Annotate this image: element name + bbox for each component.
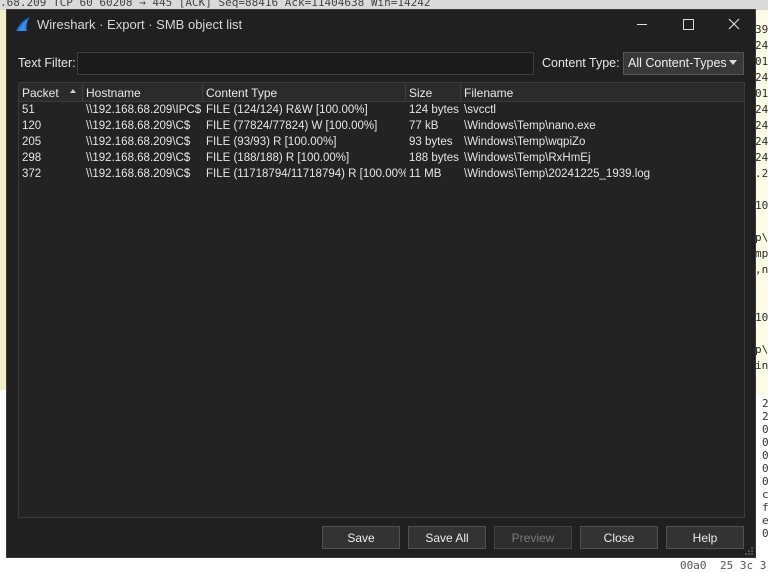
background-hex-row: 00a0 25 3c 3 (0, 558, 768, 573)
column-header-content-type[interactable]: Content Type (203, 83, 406, 101)
background-packet-fragment: 243 (755, 39, 768, 52)
cell-size: 11 MB (409, 168, 442, 180)
cell-packet: 298 (22, 152, 42, 164)
close-icon[interactable] (711, 10, 757, 38)
cell-filename: \Windows\Temp\RxHmEj (464, 152, 591, 164)
cell-packet: 51 (22, 104, 35, 116)
minimize-icon[interactable] (619, 10, 665, 38)
cell-filename: \svcctl (464, 104, 496, 116)
cell-content-type: FILE (77824/77824) W [100.00%] (206, 120, 378, 132)
content-type-label: Content Type: (542, 56, 620, 70)
column-header-hostname-label: Hostname (86, 86, 141, 100)
background-packet-fragment: 243 (755, 119, 768, 132)
table-row[interactable]: 51 \\192.168.68.209\IPC$ FILE (124/124) R&… (19, 103, 744, 119)
background-packet-fragment: p\ (755, 231, 768, 244)
cell-filename: \Windows\Temp\nano.exe (464, 120, 596, 132)
background-hex-fragment: 0 (762, 462, 768, 475)
save-all-button[interactable]: Save All (408, 526, 486, 549)
background-packet-fragment: ,na (755, 263, 768, 276)
background-packet-fragment: 017 (755, 87, 768, 100)
cell-content-type: FILE (93/93) R [100.00%] (206, 136, 337, 148)
background-hex-fragment: e (762, 514, 768, 527)
background-right-packets: 399243017243017243243248248.2610p\mp,na1… (755, 10, 768, 395)
background-hex-fragment: 0 (762, 436, 768, 449)
text-filter-label: Text Filter: (18, 56, 76, 70)
text-filter-input[interactable] (77, 52, 534, 75)
chevron-down-icon (729, 60, 737, 65)
column-header-size-label: Size (409, 86, 433, 100)
save-button[interactable]: Save (322, 526, 400, 549)
background-hex-fragment: f (762, 501, 768, 514)
cell-packet: 372 (22, 168, 42, 180)
cell-content-type: FILE (188/188) R [100.00%] (206, 152, 350, 164)
cell-packet: 205 (22, 136, 42, 148)
table-row[interactable]: 298 \\192.168.68.209\C$ FILE (188/188) R [… (19, 151, 744, 167)
cell-size: 124 bytes (409, 104, 459, 116)
column-header-hostname[interactable]: Hostname (83, 83, 203, 101)
window-title: Wireshark · Export · SMB object list (37, 17, 243, 32)
background-packet-fragment: mp (755, 247, 768, 260)
column-header-filename[interactable]: Filename (461, 83, 744, 101)
background-packet-fragment: 248 (755, 135, 768, 148)
content-type-selected: All Content-Types (628, 56, 727, 70)
cell-hostname: \\192.168.68.209\IPC$ (86, 104, 202, 116)
cell-hostname: \\192.168.68.209\C$ (86, 136, 191, 148)
table-row[interactable]: 372 \\192.168.68.209\C$ FILE (11718794/117… (19, 167, 744, 183)
content-type-select[interactable]: All Content-Types (623, 52, 744, 75)
background-packet-fragment: 017 (755, 55, 768, 68)
column-header-content-type-label: Content Type (206, 86, 278, 100)
maximize-icon[interactable] (665, 10, 711, 38)
background-packet-fragment: 10 (755, 199, 768, 212)
close-button[interactable]: Close (580, 526, 658, 549)
smb-object-table[interactable]: Packet Hostname Content Type Size Filena… (18, 82, 745, 518)
cell-content-type: FILE (11718794/11718794) R [100.00%] (206, 168, 406, 180)
cell-size: 188 bytes (409, 152, 459, 164)
column-header-filename-label: Filename (464, 86, 514, 100)
background-packet-fragment: in (755, 359, 768, 372)
resize-grip-icon[interactable] (744, 546, 754, 556)
cell-hostname: \\192.168.68.209\C$ (86, 152, 191, 164)
background-packet-fragment: 243 (755, 71, 768, 84)
cell-packet: 120 (22, 120, 42, 132)
cell-hostname: \\192.168.68.209\C$ (86, 168, 191, 180)
export-smb-dialog: Wireshark · Export · SMB object list Tex… (6, 9, 756, 558)
cell-hostname: \\192.168.68.209\C$ (86, 120, 191, 132)
background-hex-fragment: 2 (762, 397, 768, 410)
background-packet-fragment: 248 (755, 151, 768, 164)
wireshark-fin-icon (16, 17, 30, 31)
background-hex-fragment: 0 (762, 475, 768, 488)
background-hex-fragment: c (762, 488, 768, 501)
cell-size: 93 bytes (409, 136, 453, 148)
background-packet-fragment: p\ (755, 343, 768, 356)
cell-size: 77 kB (409, 120, 439, 132)
background-packet-fragment: .26 (755, 167, 768, 180)
background-hex-fragment: 0 (762, 423, 768, 436)
table-header: Packet Hostname Content Type Size Filena… (19, 83, 744, 102)
background-packet-text: .68.209 TCP 60 60208 → 445 [ACK] Seq=884… (0, 0, 431, 9)
column-header-size[interactable]: Size (406, 83, 461, 101)
background-hex-fragment: 2 (762, 410, 768, 423)
column-header-packet-label: Packet (22, 86, 59, 100)
cell-content-type: FILE (124/124) R&W [100.00%] (206, 104, 368, 116)
help-button[interactable]: Help (666, 526, 744, 549)
table-row[interactable]: 205 \\192.168.68.209\C$ FILE (93/93) R [10… (19, 135, 744, 151)
sort-ascending-icon (70, 89, 76, 93)
background-packet-fragment: 243 (755, 103, 768, 116)
cell-filename: \Windows\Temp\20241225_1939.log (464, 168, 651, 180)
background-hex-fragment: 0 (762, 449, 768, 462)
preview-button[interactable]: Preview (494, 526, 572, 549)
background-hex-bytes: 25 3c 3 (720, 559, 767, 572)
cell-filename: \Windows\Temp\wqpiZo (464, 136, 586, 148)
table-row[interactable]: 120 \\192.168.68.209\C$ FILE (77824/77824)… (19, 119, 744, 135)
background-hex-fragment: 0 (762, 527, 768, 540)
title-bar[interactable]: Wireshark · Export · SMB object list (7, 10, 755, 38)
column-header-packet[interactable]: Packet (19, 83, 83, 101)
background-packet-fragment: 10 (755, 311, 768, 324)
background-hex-offset: 00a0 (680, 559, 707, 572)
background-right-hex: 2200000cfe0 (755, 395, 768, 560)
